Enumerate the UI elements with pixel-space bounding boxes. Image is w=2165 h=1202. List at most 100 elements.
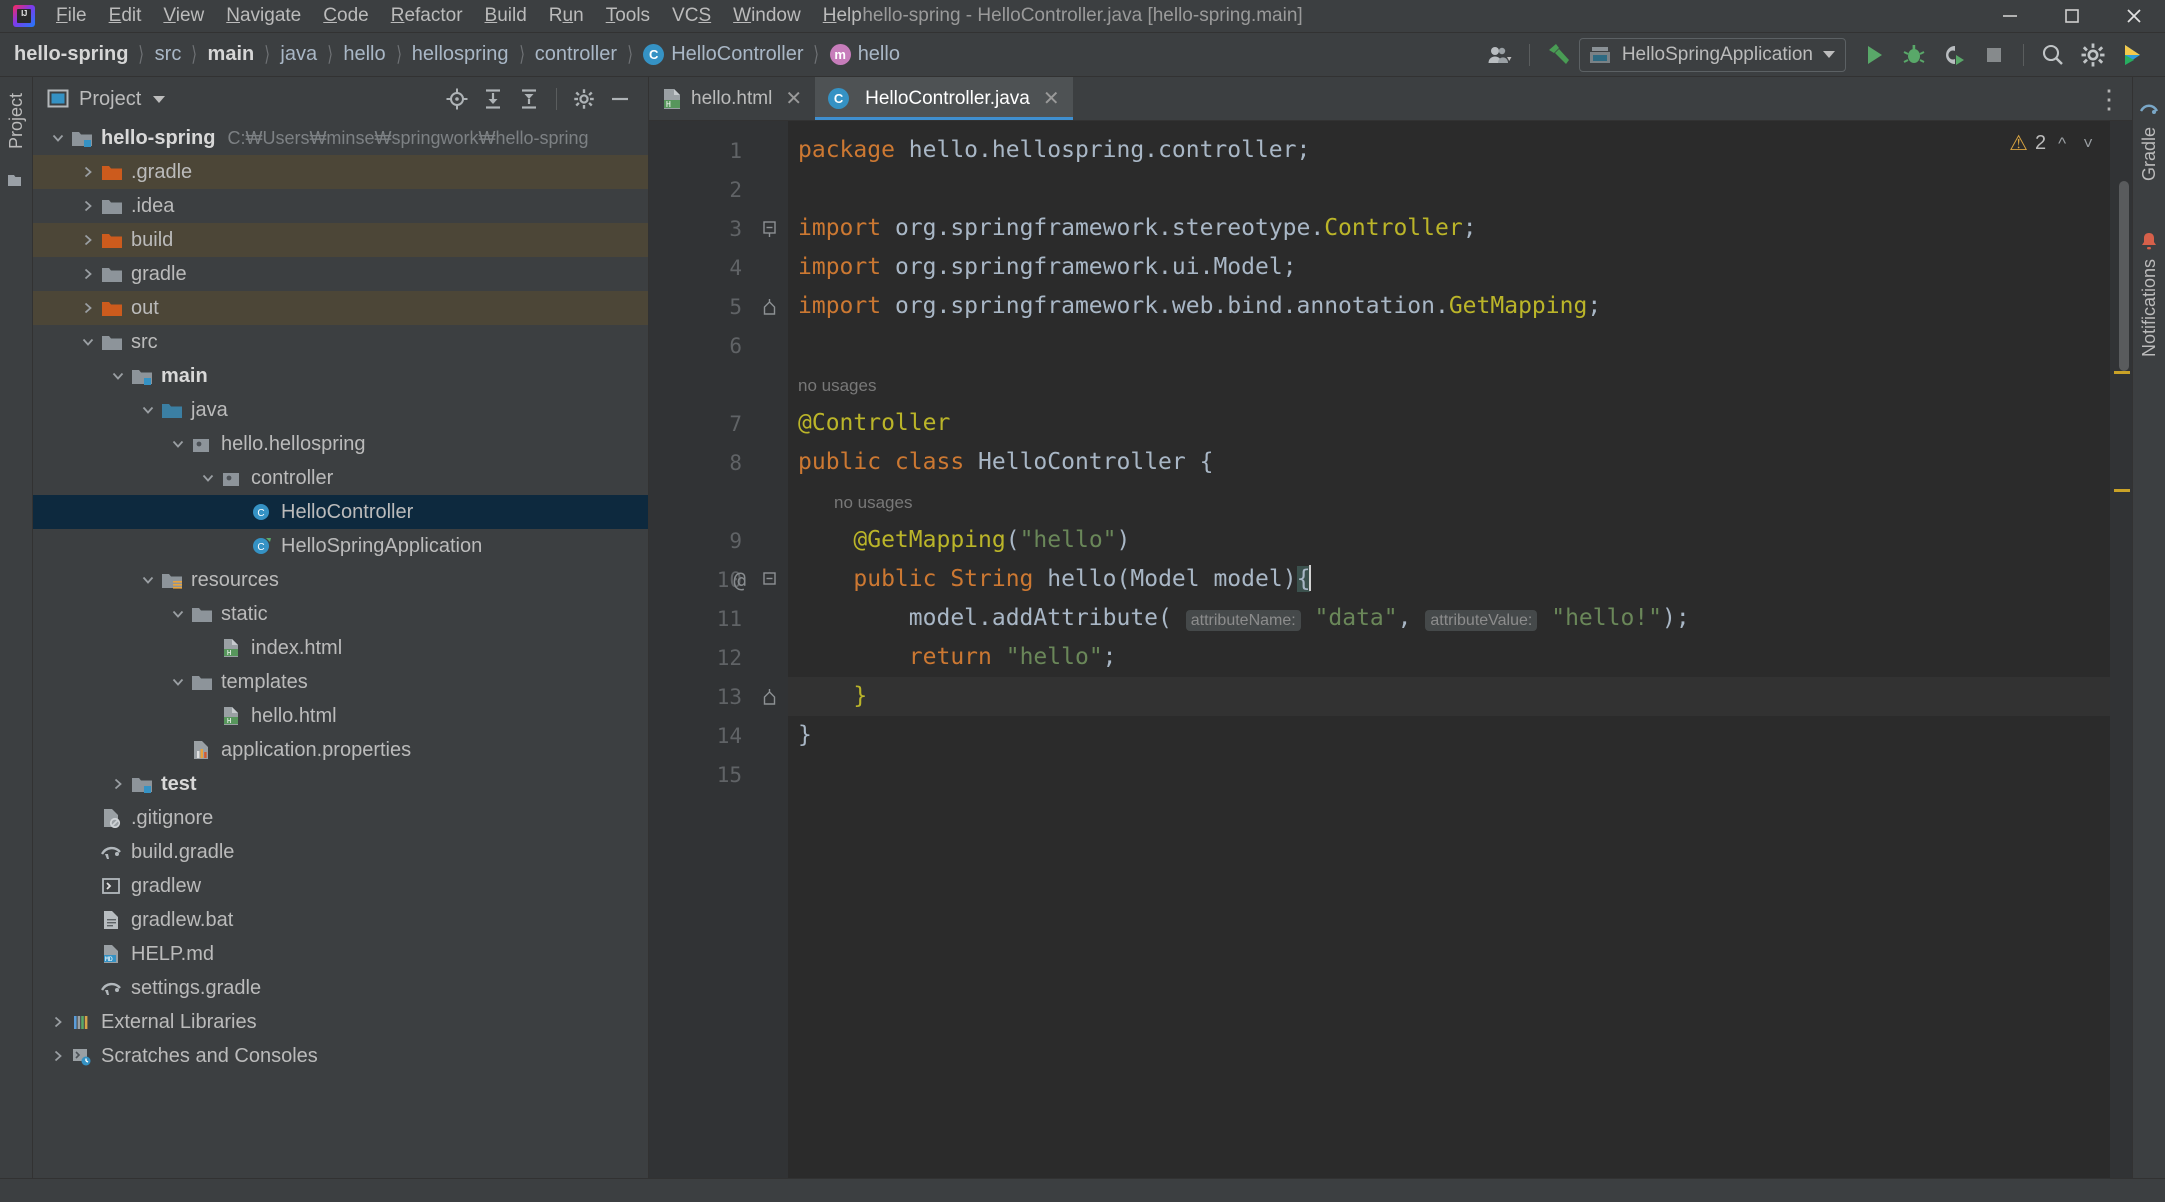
tree-node-hello-html[interactable]: Hhello.html — [33, 699, 648, 733]
close-icon[interactable]: ✕ — [785, 86, 802, 111]
code-content[interactable]: package hello.hellospring.controller; im… — [788, 121, 2110, 1178]
tree-node-resources[interactable]: resources — [33, 563, 648, 597]
code-line[interactable]: public String hello(Model model){ — [788, 560, 2110, 599]
tree-node-build[interactable]: build — [33, 223, 648, 257]
tree-node-external-libraries[interactable]: External Libraries — [33, 1005, 648, 1039]
collapse-all-icon[interactable] — [511, 82, 547, 116]
menu-help[interactable]: Help — [812, 2, 873, 30]
notifications-bell-icon[interactable] — [2139, 231, 2159, 251]
code-line[interactable]: model.addAttribute( attributeName: "data… — [788, 599, 2110, 638]
tree-node-main[interactable]: main — [33, 359, 648, 393]
chevron-down-icon[interactable] — [77, 335, 99, 349]
editor-gutter[interactable]: 123456 78 9 10 11 12 13 14 15 @ — [649, 121, 752, 1178]
chevron-down-icon[interactable] — [167, 607, 189, 621]
chevron-right-icon[interactable] — [47, 1049, 69, 1063]
settings-gear-icon[interactable] — [566, 82, 602, 116]
chevron-down-icon[interactable] — [47, 131, 69, 145]
code-line[interactable]: return "hello"; — [788, 638, 2110, 677]
structure-icon[interactable] — [6, 171, 26, 191]
chevron-right-icon[interactable] — [77, 233, 99, 247]
tree-node-gradlew-bat[interactable]: gradlew.bat — [33, 903, 648, 937]
code-line[interactable] — [788, 755, 2110, 794]
tree-node-gradlew[interactable]: gradlew — [33, 869, 648, 903]
stop-icon[interactable] — [1974, 36, 2014, 74]
code-line[interactable]: @GetMapping("hello") — [788, 521, 2110, 560]
editor-tab-hello-html[interactable]: H hello.html ✕ — [649, 77, 815, 120]
breadcrumb-item-method-hello[interactable]: m hello — [829, 43, 900, 66]
menu-build[interactable]: Build — [474, 2, 538, 30]
menu-code[interactable]: Code — [312, 2, 379, 30]
code-line[interactable]: @Controller — [788, 404, 2110, 443]
minimize-icon[interactable] — [1979, 0, 2041, 32]
code-folding-column[interactable] — [752, 121, 788, 1178]
run-configuration-selector[interactable]: HelloSpringApplication — [1578, 37, 1846, 72]
tree-node--gradle[interactable]: .gradle — [33, 155, 648, 189]
tree-node-index-html[interactable]: Hindex.html — [33, 631, 648, 665]
breadcrumb-item-src[interactable]: src — [155, 43, 182, 66]
chevron-down-icon[interactable] — [107, 369, 129, 383]
menu-edit[interactable]: Edit — [98, 2, 153, 30]
sidebar-item-gradle[interactable]: Gradle — [2137, 119, 2162, 189]
chevron-right-icon[interactable] — [107, 777, 129, 791]
user-account-icon[interactable] — [1480, 36, 1520, 74]
gutter-run-marker[interactable]: @ — [733, 568, 746, 592]
chevron-right-icon[interactable] — [77, 301, 99, 315]
close-icon[interactable]: ✕ — [1043, 86, 1060, 111]
tree-node-out[interactable]: out — [33, 291, 648, 325]
chevron-right-icon[interactable] — [77, 267, 99, 281]
breadcrumb-item-hellospring[interactable]: hellospring — [412, 43, 509, 66]
gradle-icon[interactable] — [2139, 99, 2159, 119]
chevron-down-icon[interactable] — [153, 95, 166, 103]
tree-node-settings-gradle[interactable]: settings.gradle — [33, 971, 648, 1005]
fold-region-end-icon[interactable] — [752, 677, 788, 716]
chevron-right-icon[interactable] — [77, 165, 99, 179]
tree-node-hellospringapplication[interactable]: C HelloSpringApplication — [33, 529, 648, 563]
debug-icon[interactable] — [1894, 36, 1934, 74]
breadcrumb-item-controller[interactable]: controller — [535, 43, 617, 66]
code-line[interactable]: import org.springframework.web.bind.anno… — [788, 287, 2110, 326]
warning-marker[interactable] — [2114, 489, 2130, 492]
menu-run[interactable]: Run — [538, 2, 595, 30]
menu-navigate[interactable]: Navigate — [215, 2, 312, 30]
locate-icon[interactable] — [439, 82, 475, 116]
code-line[interactable]: public class HelloController { — [788, 443, 2110, 482]
code-line[interactable] — [788, 170, 2110, 209]
tree-node-scratches-and-consoles[interactable]: Scratches and Consoles — [33, 1039, 648, 1073]
menu-vcs[interactable]: VCS — [661, 2, 722, 30]
chevron-down-icon[interactable] — [167, 437, 189, 451]
run-icon[interactable] — [1854, 36, 1894, 74]
code-line[interactable]: import org.springframework.stereotype.Co… — [788, 209, 2110, 248]
tree-node-test[interactable]: test — [33, 767, 648, 801]
run-with-coverage-icon[interactable] — [1934, 36, 1974, 74]
expand-all-icon[interactable] — [475, 82, 511, 116]
sidebar-item-project[interactable]: Project — [4, 85, 29, 157]
chevron-down-icon[interactable]: ˅ — [2078, 134, 2098, 154]
sidebar-item-notifications[interactable]: Notifications — [2137, 251, 2162, 365]
code-line[interactable] — [788, 326, 2110, 365]
tree-node-build-gradle[interactable]: build.gradle — [33, 835, 648, 869]
tree-node-static[interactable]: static — [33, 597, 648, 631]
hide-icon[interactable] — [602, 82, 638, 116]
breadcrumb-item-hellocontroller[interactable]: C HelloController — [643, 43, 803, 66]
breadcrumb-item-main[interactable]: main — [208, 43, 255, 66]
hammer-build-icon[interactable] — [1539, 36, 1579, 74]
code-line[interactable]: } — [788, 677, 2110, 716]
tree-node-hello-spring[interactable]: hello-spring C:₩Users₩minse₩springwork₩he… — [33, 121, 648, 155]
breadcrumb-item-java[interactable]: java — [280, 43, 317, 66]
more-actions-icon[interactable]: ⋮ — [2096, 86, 2122, 112]
tree-node-src[interactable]: src — [33, 325, 648, 359]
search-everywhere-icon[interactable] — [2033, 36, 2073, 74]
close-icon[interactable] — [2103, 0, 2165, 32]
tree-node-help-md[interactable]: MD HELP.md — [33, 937, 648, 971]
menu-view[interactable]: View — [152, 2, 215, 30]
tree-node--idea[interactable]: .idea — [33, 189, 648, 223]
chevron-up-icon[interactable]: ^ — [2053, 134, 2071, 154]
maximize-icon[interactable] — [2041, 0, 2103, 32]
breadcrumb-item-hello[interactable]: hello — [343, 43, 385, 66]
editor-tab-hellocontroller-java[interactable]: C HelloController.java ✕ — [815, 77, 1073, 120]
fold-region-end-icon[interactable] — [752, 287, 788, 326]
menu-tools[interactable]: Tools — [595, 2, 661, 30]
editor-scrollbar-thumb[interactable] — [2119, 181, 2129, 371]
tree-node-application-properties[interactable]: application.properties — [33, 733, 648, 767]
menu-window[interactable]: Window — [722, 2, 812, 30]
